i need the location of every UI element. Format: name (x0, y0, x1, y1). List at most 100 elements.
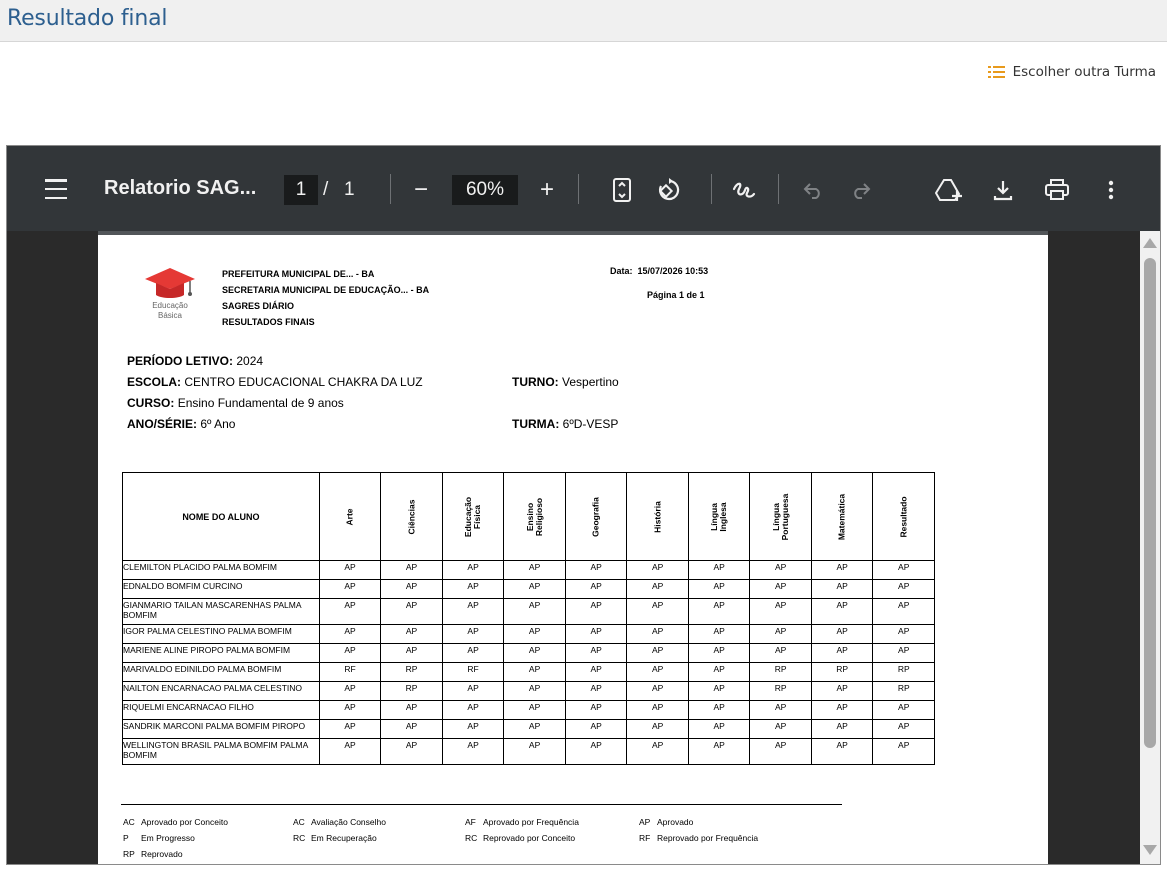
column-header: Língua Portuguesa (749, 472, 812, 561)
education-logo: Educação Básica (142, 265, 198, 323)
pdf-viewer: Relatorio SAG... 1 / 1 − 60% + Educação … (6, 145, 1161, 865)
grade-cell: AP (749, 700, 812, 720)
serie-info: ANO/SÉRIE: 6º Ano (127, 417, 236, 431)
redo-icon[interactable] (846, 175, 876, 205)
grade-cell: AP (626, 643, 689, 663)
student-name: NAILTON ENCARNACAO PALMA CELESTINO (122, 681, 320, 701)
scrollbar-thumb[interactable] (1144, 258, 1156, 748)
legend-item: P Em Progresso (123, 833, 195, 843)
grade-cell: AP (503, 700, 566, 720)
grade-cell: AP (810, 719, 874, 739)
grade-cell: AP (503, 579, 566, 599)
grade-cell: AP (441, 624, 505, 644)
table-row: WELLINGTON BRASIL PALMA BOMFIM PALMA BOM… (122, 738, 935, 765)
column-header: Ciências (380, 472, 443, 561)
grade-cell: AP (687, 560, 751, 580)
grade-cell: AP (503, 624, 566, 644)
scroll-up-icon[interactable] (1143, 238, 1157, 248)
print-icon[interactable] (1042, 175, 1072, 205)
page-number-input[interactable]: 1 (284, 175, 318, 205)
choose-class-label: Escolher outra Turma (1012, 64, 1156, 80)
document-area: Educação Básica PREFEITURA MUNICIPAL DE.… (7, 231, 1140, 864)
zoom-in-button[interactable]: + (532, 175, 562, 205)
turma-info: TURMA: 6ºD-VESP (512, 417, 619, 431)
report-date: Data: 15/07/2026 10:53 (610, 266, 709, 276)
fit-page-icon[interactable] (607, 175, 637, 205)
grade-cell: AP (872, 598, 935, 625)
periodo-info: PERÍODO LETIVO: 2024 (127, 354, 264, 368)
grade-cell: AP (503, 560, 566, 580)
grade-cell: AP (626, 624, 689, 644)
column-header: NOME DO ALUNO (122, 472, 320, 561)
menu-icon[interactable] (44, 179, 68, 199)
grade-cell: AP (380, 719, 443, 739)
legend-item: AP Aprovado (639, 817, 694, 827)
grade-cell: AP (872, 719, 935, 739)
grade-cell: AP (503, 738, 566, 765)
zoom-out-button[interactable]: − (406, 175, 436, 205)
grade-cell: AP (749, 560, 812, 580)
grade-cell: AP (626, 560, 689, 580)
column-header: Matemática (810, 472, 874, 561)
student-name: CLEMILTON PLACIDO PALMA BOMFIM (122, 560, 320, 580)
grade-cell: AP (503, 719, 566, 739)
column-header: Ensino Religioso (503, 472, 566, 561)
grade-cell: AP (441, 719, 505, 739)
add-to-drive-icon[interactable] (934, 175, 964, 205)
grade-cell: AP (749, 624, 812, 644)
legend-item: AF Aprovado por Frequência (465, 817, 579, 827)
table-row: CLEMILTON PLACIDO PALMA BOMFIM AP AP AP AP AP… (122, 560, 935, 580)
grade-cell: AP (626, 598, 689, 625)
escola-info: ESCOLA: CENTRO EDUCACIONAL CHAKRA DA LUZ (127, 375, 423, 389)
pdf-toolbar: Relatorio SAG... 1 / 1 − 60% + (7, 146, 1160, 231)
grade-cell: AP (380, 598, 443, 625)
rotate-icon[interactable] (654, 175, 684, 205)
grade-cell: AP (564, 598, 628, 625)
scrollbar[interactable] (1140, 231, 1160, 864)
grade-cell: AP (564, 560, 628, 580)
legend-item: RF Reprovado por Frequência (639, 833, 759, 843)
grade-cell: AP (564, 738, 628, 765)
grade-cell: AP (810, 643, 874, 663)
student-name: EDNALDO BOMFIM CURCINO (122, 579, 320, 599)
choose-class-link[interactable]: Escolher outra Turma (987, 64, 1156, 80)
grade-cell: AP (564, 681, 628, 701)
zoom-input[interactable]: 60% (452, 175, 518, 205)
download-icon[interactable] (988, 175, 1018, 205)
table-row: NAILTON ENCARNACAO PALMA CELESTINO AP RP AP… (122, 681, 935, 701)
column-header: Educação Física (441, 472, 505, 561)
more-options-icon[interactable] (1096, 175, 1126, 205)
table-row: MARIVALDO EDINILDO PALMA BOMFIM RF RP RF AP A… (122, 662, 935, 682)
grade-cell: AP (872, 738, 935, 765)
grade-cell: AP (810, 624, 874, 644)
turno-info: TURNO: Vespertino (512, 375, 619, 389)
report-page: Educação Básica PREFEITURA MUNICIPAL DE.… (98, 235, 1048, 864)
curso-info: CURSO: Ensino Fundamental de 9 anos (127, 396, 344, 410)
student-name: IGOR PALMA CELESTINO PALMA BOMFIM (122, 624, 320, 644)
grade-cell: AP (380, 643, 443, 663)
toolbar-divider (578, 174, 579, 204)
grade-cell: AP (687, 700, 751, 720)
table-header-row: NOME DO ALUNO Arte Ciências Educação Fís… (122, 472, 935, 561)
draw-icon[interactable] (729, 175, 759, 205)
grade-cell: AP (810, 560, 874, 580)
grade-cell: AP (564, 662, 628, 682)
legend-divider (121, 804, 842, 805)
scroll-down-icon[interactable] (1143, 845, 1157, 855)
legend-item: AC Aprovado por Conceito (123, 817, 228, 827)
student-name: MARIENE ALINE PIROPO PALMA BOMFIM (122, 643, 320, 663)
grade-cell: RP (380, 681, 443, 701)
grade-cell: AP (872, 560, 935, 580)
table-row: SANDRIK MARCONI PALMA BOMFIM PIROPO AP AP A… (122, 719, 935, 739)
grade-cell: RP (749, 662, 812, 682)
grade-cell: AP (380, 560, 443, 580)
grade-cell: AP (441, 560, 505, 580)
grade-cell: RF (318, 662, 382, 682)
grade-cell: AP (564, 700, 628, 720)
page-separator: / (323, 179, 329, 200)
undo-icon[interactable] (798, 175, 828, 205)
grade-cell: AP (810, 598, 874, 625)
grade-cell: AP (626, 681, 689, 701)
page-total: 1 (344, 179, 355, 200)
grade-cell: AP (749, 579, 812, 599)
